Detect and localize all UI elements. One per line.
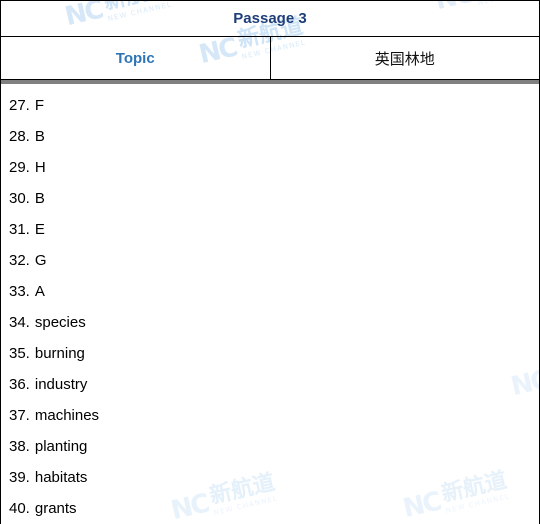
answer-row: 38. planting — [9, 431, 539, 462]
answer-row: 37. machines — [9, 400, 539, 431]
answer-row: 27. F — [9, 90, 539, 121]
answer-value: burning — [34, 345, 85, 362]
answer-row: 32. G — [9, 245, 539, 276]
answer-row: 36. industry — [9, 369, 539, 400]
answer-row: 34. species — [9, 307, 539, 338]
answer-row: 33. A — [9, 276, 539, 307]
answer-number: 40. — [9, 500, 30, 517]
topic-row: Topic 英国林地 — [0, 36, 540, 80]
answer-number: 32. — [9, 252, 30, 269]
answer-number: 37. — [9, 407, 30, 424]
answer-value: industry — [34, 376, 88, 393]
answer-row: 30. B — [9, 183, 539, 214]
page-title: Passage 3 — [0, 0, 540, 37]
answer-number: 30. — [9, 190, 30, 207]
answer-value: A — [34, 283, 45, 300]
answer-row: 28. B — [9, 121, 539, 152]
answer-number: 39. — [9, 469, 30, 486]
answer-row: 31. E — [9, 214, 539, 245]
answer-number: 34. — [9, 314, 30, 331]
topic-value: 英国林地 — [270, 36, 540, 80]
answer-number: 35. — [9, 345, 30, 362]
answer-value: G — [34, 252, 47, 269]
answer-key-page: NC 新航道 NEW CHANNEL NC 新航道 NEW CHANNEL NC… — [0, 0, 540, 524]
answer-value: B — [34, 128, 45, 145]
answer-number: 38. — [9, 438, 30, 455]
answer-value: B — [34, 190, 45, 207]
answer-value: E — [34, 221, 45, 238]
answer-value: habitats — [34, 469, 88, 486]
answer-number: 29. — [9, 159, 30, 176]
answer-number: 36. — [9, 376, 30, 393]
header-table: Passage 3 Topic 英国林地 — [0, 0, 540, 80]
answer-row: 39. habitats — [9, 462, 539, 493]
answer-value: machines — [34, 407, 100, 424]
topic-label: Topic — [0, 36, 271, 80]
answer-number: 31. — [9, 221, 30, 238]
header-table-wrapper: Passage 3 Topic 英国林地 — [0, 0, 540, 80]
answer-row: 29. H — [9, 152, 539, 183]
answer-value: planting — [34, 438, 88, 455]
answer-number: 27. — [9, 97, 30, 114]
answer-value: H — [34, 159, 46, 176]
answer-row: 35. burning — [9, 338, 539, 369]
answer-number: 33. — [9, 283, 30, 300]
answers-list: 27. F 28. B 29. H 30. B 31. E 32. G 33. A 34. species 35… — [0, 84, 540, 524]
answer-value: F — [34, 97, 45, 114]
title-row: Passage 3 — [0, 0, 540, 37]
answer-number: 28. — [9, 128, 30, 145]
answer-value: grants — [34, 500, 77, 517]
answer-value: species — [34, 314, 86, 331]
answer-row: 40. grants — [9, 493, 539, 524]
